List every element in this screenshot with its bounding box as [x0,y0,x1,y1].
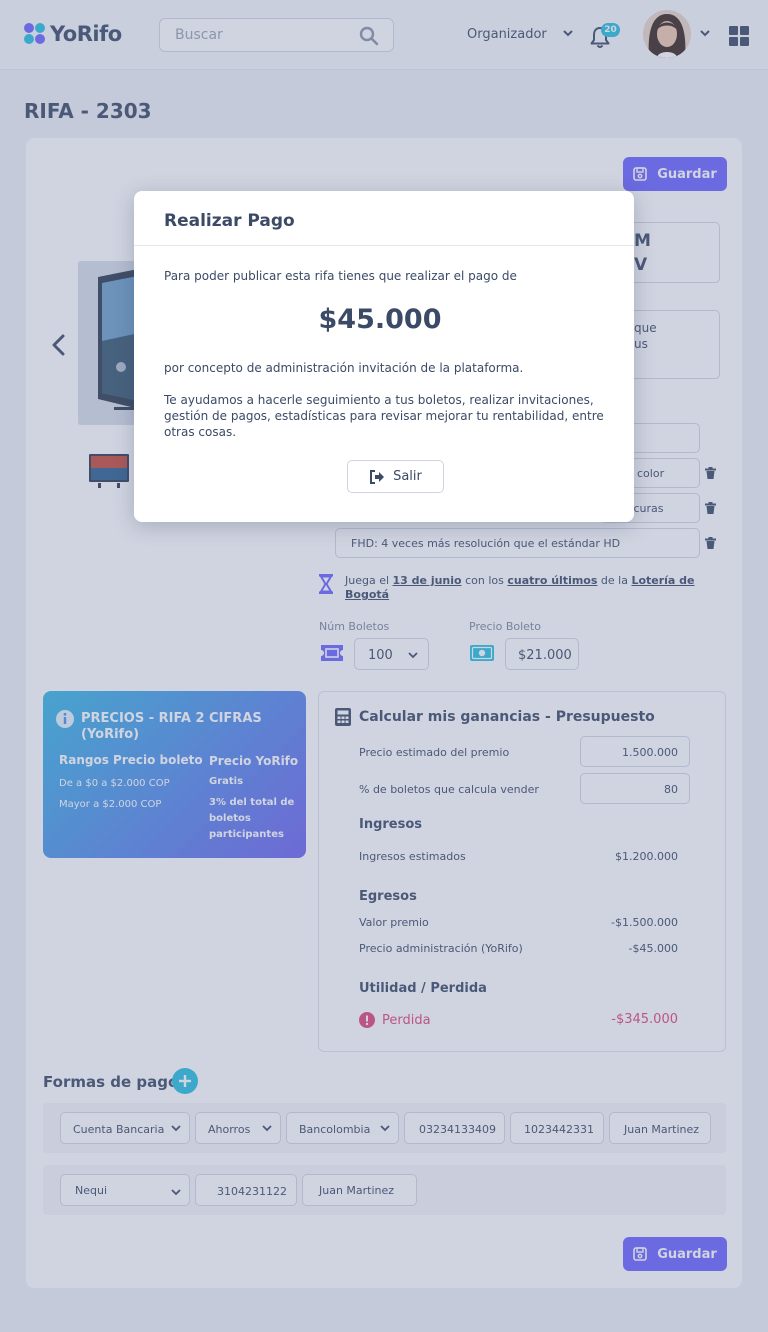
sign-out-icon [370,469,385,484]
exit-button[interactable]: Salir [347,460,444,493]
modal-title: Realizar Pago [164,211,295,231]
payment-modal: Realizar Pago Para poder publicar esta r… [134,191,634,522]
modal-concept: por concepto de administración invitació… [164,361,524,375]
modal-divider [134,245,634,246]
modal-help-text: Te ayudamos a hacerle seguimiento a tus … [164,393,604,439]
modal-intro: Para poder publicar esta rifa tienes que… [164,269,517,283]
modal-amount: $45.000 [318,304,442,335]
exit-label: Salir [393,469,422,484]
